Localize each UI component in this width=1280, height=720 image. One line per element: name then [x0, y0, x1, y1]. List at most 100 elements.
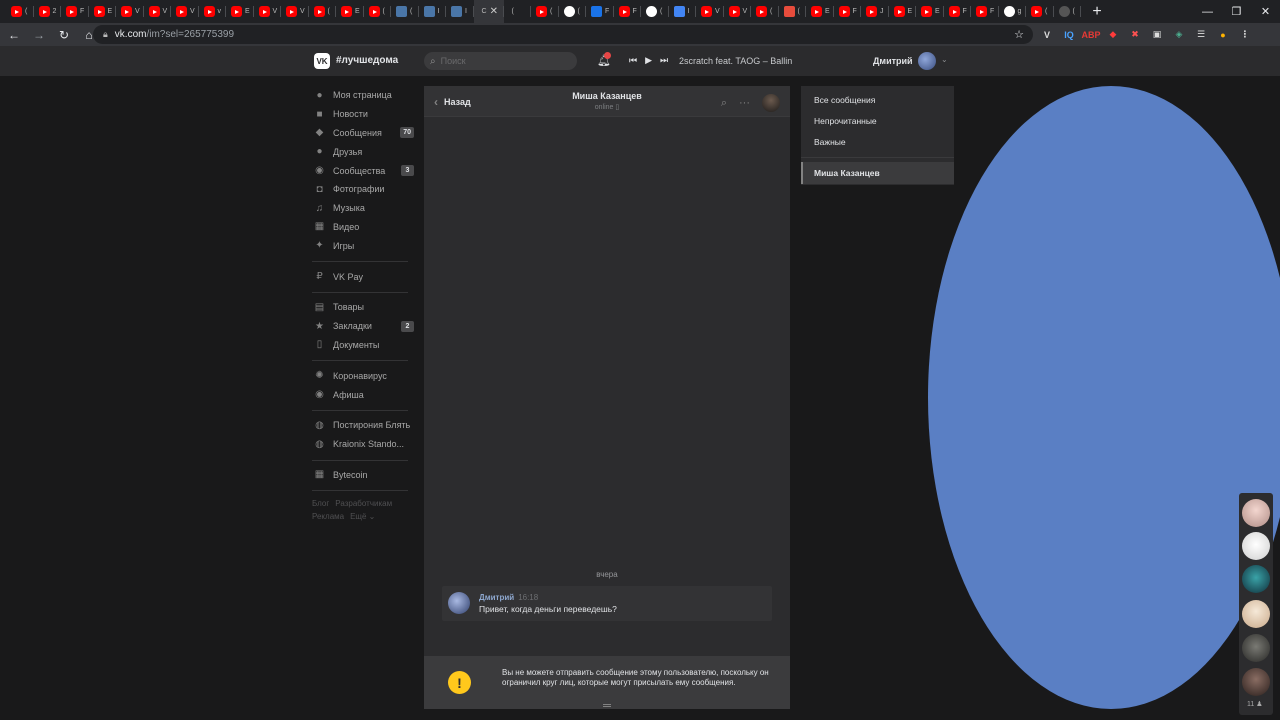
sidebar-item[interactable]: ▦ Видео	[312, 218, 414, 237]
browser-tab[interactable]: (	[504, 0, 1280, 709]
reload-icon[interactable]: ↻	[53, 23, 75, 46]
browser-tab[interactable]: V	[696, 0, 724, 23]
back-arrow-icon[interactable]: ←	[3, 23, 25, 46]
forward-arrow-icon[interactable]: →	[28, 23, 50, 46]
search-input[interactable]	[440, 56, 561, 66]
browser-tab[interactable]: I	[669, 0, 697, 23]
sidebar-item[interactable]: ♫ Музыка	[312, 199, 414, 218]
play-icon[interactable]: ▶	[645, 55, 652, 66]
sidebar-item[interactable]: ◆ Сообщения 70	[312, 124, 414, 143]
filter-unread[interactable]: Непрочитанные	[801, 110, 954, 131]
sidebar-item[interactable]: ▦ Bytecoin	[312, 466, 414, 485]
online-friends-count[interactable]: 11 ♟	[1247, 700, 1263, 708]
browser-tab[interactable]: I	[446, 0, 474, 23]
filter-important[interactable]: Важные	[801, 131, 954, 152]
browser-tab[interactable]: (	[364, 0, 392, 23]
sidebar-item[interactable]: ▤ Товары	[312, 298, 414, 317]
user-name[interactable]: Дмитрий	[873, 56, 913, 66]
square-extension-icon[interactable]: ▣	[1146, 23, 1168, 46]
next-track-icon[interactable]: ⏭︎	[660, 55, 668, 66]
sidebar-item[interactable]: ▯ Документы	[312, 336, 414, 355]
browser-tab[interactable]: V	[281, 0, 309, 23]
browser-tab[interactable]: v	[199, 0, 227, 23]
message-item[interactable]: Дмитрий 16:18 Привет, когда деньги переве…	[442, 586, 772, 621]
iq-extension-icon[interactable]: IQ	[1058, 23, 1080, 46]
browser-tab[interactable]: C ✕	[473, 0, 504, 23]
search-icon[interactable]: ⌕	[721, 97, 727, 110]
browser-tab[interactable]: V	[116, 0, 144, 23]
browser-tab[interactable]: V	[171, 0, 199, 23]
browser-tab[interactable]: E	[336, 0, 364, 23]
new-tab-button[interactable]: +	[1087, 2, 1107, 22]
sidebar-item[interactable]: ◍ Kraionix Stando...	[312, 435, 414, 454]
browser-tab[interactable]: (	[751, 0, 779, 23]
browser-tab[interactable]: (	[309, 0, 337, 23]
resize-grip-icon[interactable]	[603, 704, 611, 707]
message-author-avatar[interactable]	[448, 592, 470, 614]
browser-tab[interactable]: F	[614, 0, 642, 23]
sidebar-item[interactable]: ◍ Постирония Блять	[312, 416, 414, 435]
address-bar[interactable]: 🔒︎ vk.com/im?sel=265775399 ☆	[93, 25, 1033, 44]
footer-link[interactable]: Реклама	[312, 512, 344, 521]
sidebar-item[interactable]: ◉ Сообщества 3	[312, 161, 414, 180]
sidebar-item[interactable]: ● Моя страница	[312, 86, 414, 105]
adblock-extension-icon[interactable]: ABP	[1080, 23, 1102, 46]
browser-tab[interactable]: (	[1026, 0, 1054, 23]
minimize-icon[interactable]: —	[1193, 0, 1222, 23]
browser-tab[interactable]: g	[999, 0, 1027, 23]
browser-tab[interactable]: F	[971, 0, 999, 23]
browser-tab[interactable]: I	[419, 0, 447, 23]
now-playing-track[interactable]: 2scratch feat. TAOG – Ballin	[679, 56, 792, 66]
back-button[interactable]: ‹ Назад	[434, 95, 471, 109]
browser-tab[interactable]: E	[806, 0, 834, 23]
browser-tab[interactable]: E	[889, 0, 917, 23]
previous-track-icon[interactable]: ⏮︎	[629, 55, 637, 66]
profile-avatar-icon[interactable]: ●	[1212, 23, 1234, 46]
browser-tab[interactable]: (	[391, 0, 419, 23]
filter-all-messages[interactable]: Все сообщения	[801, 89, 954, 110]
browser-tab[interactable]: (	[531, 0, 559, 23]
shield-extension-icon[interactable]: ◈	[1168, 23, 1190, 46]
search-box[interactable]: ⌕	[424, 52, 577, 70]
footer-link[interactable]: Разработчикам	[335, 499, 392, 508]
browser-tab[interactable]: E	[89, 0, 117, 23]
browser-tab[interactable]: V	[724, 0, 752, 23]
footer-link[interactable]: Блог	[312, 499, 329, 508]
queue-icon[interactable]: ☰	[1190, 23, 1212, 46]
tab-close-icon[interactable]: ✕	[490, 6, 498, 17]
sidebar-item[interactable]: ◉ Афиша	[312, 385, 414, 404]
browser-tab[interactable]: F	[61, 0, 89, 23]
cross-extension-icon[interactable]: ✖	[1124, 23, 1146, 46]
selected-conversation[interactable]: Миша Казанцев	[801, 162, 954, 184]
vk-extension-icon[interactable]: V	[1036, 23, 1058, 46]
peer-avatar[interactable]	[762, 94, 780, 112]
friend-avatar[interactable]	[1242, 600, 1270, 628]
friend-avatar[interactable]	[1242, 668, 1270, 696]
browser-tab[interactable]: F	[834, 0, 862, 23]
browser-tab[interactable]: V	[254, 0, 282, 23]
footer-link[interactable]: Ещё ⌄	[350, 512, 375, 521]
user-avatar[interactable]	[918, 52, 936, 70]
browser-tab[interactable]: E	[226, 0, 254, 23]
red-extension-icon[interactable]: ◆	[1102, 23, 1124, 46]
sidebar-item[interactable]: ✦ Игры	[312, 236, 414, 255]
browser-tab[interactable]: (	[779, 0, 807, 23]
browser-tab[interactable]: (	[641, 0, 669, 23]
browser-tab[interactable]: J	[861, 0, 889, 23]
bookmark-star-icon[interactable]: ☆	[1014, 28, 1024, 41]
sidebar-item[interactable]: ● Друзья	[312, 142, 414, 161]
browser-tab[interactable]: E	[916, 0, 944, 23]
browser-tab[interactable]: F	[944, 0, 972, 23]
browser-tab[interactable]: F	[586, 0, 614, 23]
friend-avatar[interactable]	[1242, 499, 1270, 527]
friend-avatar[interactable]	[1242, 634, 1270, 662]
sidebar-item[interactable]: ★ Закладки 2	[312, 317, 414, 336]
community-tag[interactable]: #лучшедома	[336, 55, 398, 66]
sidebar-item[interactable]: ₽ VK Pay	[312, 267, 414, 286]
friend-avatar[interactable]	[1242, 565, 1270, 593]
browser-tab[interactable]: (	[1054, 0, 1082, 23]
message-time[interactable]: 16:18	[518, 593, 538, 602]
restore-icon[interactable]: ❐	[1222, 0, 1251, 23]
close-window-icon[interactable]: ✕	[1251, 0, 1280, 23]
vk-logo-icon[interactable]: VK	[314, 53, 330, 69]
